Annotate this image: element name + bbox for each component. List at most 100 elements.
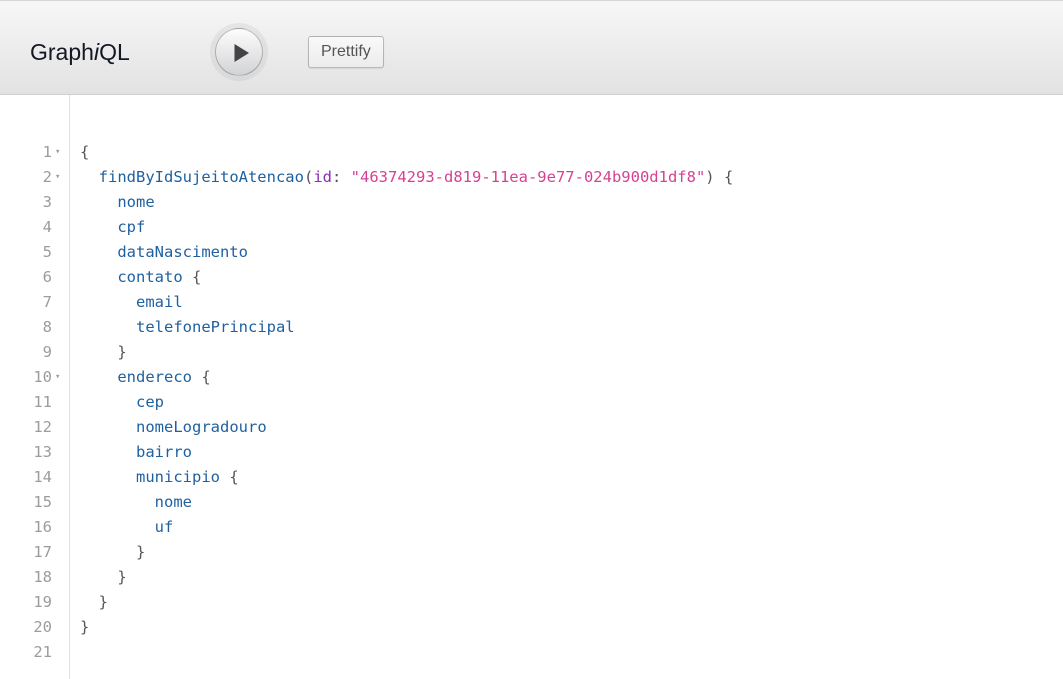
code-line[interactable]: 20} — [0, 615, 1063, 640]
line-number: 14 — [33, 468, 52, 486]
line-number: 5 — [42, 243, 52, 261]
line-number: 3 — [42, 193, 52, 211]
code-text: cep — [80, 390, 164, 415]
code-line[interactable]: 1 ▾ { — [0, 140, 1063, 165]
code-lines: 1 ▾{2 ▾ findByIdSujeitoAtencao(id: "463742… — [0, 140, 1063, 665]
code-line[interactable]: 2 ▾ findByIdSujeitoAtencao(id: "46374293-… — [0, 165, 1063, 190]
code-text: { — [80, 140, 89, 165]
code-line[interactable]: 19 } — [0, 590, 1063, 615]
code-token: cpf — [117, 218, 146, 236]
code-token: bairro — [136, 443, 192, 461]
code-line[interactable]: 8 telefonePrincipal — [0, 315, 1063, 340]
line-number: 1 — [42, 143, 52, 161]
code-line[interactable]: 17 } — [0, 540, 1063, 565]
query-editor[interactable]: 1 ▾{2 ▾ findByIdSujeitoAtencao(id: "463742… — [0, 95, 1063, 679]
code-token: uf — [154, 518, 174, 536]
code-line[interactable]: 21 — [0, 640, 1063, 665]
code-text: telefonePrincipal — [80, 315, 295, 340]
code-line[interactable]: 6 contato { — [0, 265, 1063, 290]
code-text: email — [80, 290, 183, 315]
line-number: 11 — [33, 393, 52, 411]
line-number: 20 — [33, 618, 52, 636]
code-text: } — [80, 340, 127, 365]
fold-arrow-icon[interactable]: ▾ — [55, 140, 60, 165]
code-line[interactable]: 5 dataNascimento — [0, 240, 1063, 265]
play-icon — [234, 44, 249, 62]
line-number: 4 — [42, 218, 52, 236]
line-number: 19 — [33, 593, 52, 611]
code-line[interactable]: 18 } — [0, 565, 1063, 590]
code-token: email — [136, 293, 183, 311]
line-number: 6 — [42, 268, 52, 286]
app-title: GraphiQL — [30, 37, 130, 67]
code-line[interactable]: 16 uf — [0, 515, 1063, 540]
execute-button[interactable] — [215, 28, 263, 76]
line-number: 18 — [33, 568, 52, 586]
code-line[interactable]: 11 cep — [0, 390, 1063, 415]
code-text: bairro — [80, 440, 192, 465]
code-token: telefonePrincipal — [136, 318, 295, 336]
code-token: cep — [136, 393, 164, 411]
line-number: 13 — [33, 443, 52, 461]
code-token: nome — [154, 493, 192, 511]
code-line[interactable]: 4 cpf — [0, 215, 1063, 240]
code-token: } — [98, 593, 109, 611]
code-text: findByIdSujeitoAtencao(id: "46374293-d81… — [80, 165, 734, 190]
prettify-button[interactable]: Prettify — [308, 36, 384, 68]
code-text: contato { — [80, 265, 201, 290]
code-line[interactable]: 12 nomeLogradouro — [0, 415, 1063, 440]
code-token: "46374293-d819-11ea-9e77-024b900d1df8" — [350, 168, 706, 186]
code-token: : — [332, 168, 351, 186]
code-token: nome — [117, 193, 155, 211]
code-text: nomeLogradouro — [80, 415, 267, 440]
line-number: 8 — [42, 318, 52, 336]
title-main: Graph — [30, 39, 94, 65]
code-line[interactable]: 9 } — [0, 340, 1063, 365]
code-token: { — [80, 143, 90, 161]
code-token: } — [80, 618, 90, 636]
code-token: nomeLogradouro — [136, 418, 267, 436]
code-line[interactable]: 15 nome — [0, 490, 1063, 515]
code-token: contato — [117, 268, 183, 286]
line-number: 15 — [33, 493, 52, 511]
code-token: } — [117, 568, 127, 586]
code-token: } — [136, 543, 146, 561]
line-number: 21 — [33, 643, 52, 661]
code-text: } — [80, 590, 108, 615]
code-token: endereco — [117, 368, 192, 386]
code-token: { — [182, 268, 202, 286]
code-token: ( — [303, 168, 314, 186]
code-token: } — [117, 343, 127, 361]
code-line[interactable]: 10 ▾ endereco { — [0, 365, 1063, 390]
code-line[interactable]: 7 email — [0, 290, 1063, 315]
code-text: dataNascimento — [80, 240, 248, 265]
code-line[interactable]: 14 municipio { — [0, 465, 1063, 490]
fold-arrow-icon[interactable]: ▾ — [55, 165, 60, 190]
code-text: nome — [80, 190, 155, 215]
code-text: } — [80, 565, 127, 590]
code-line[interactable]: 13 bairro — [0, 440, 1063, 465]
line-number: 9 — [42, 343, 52, 361]
fold-arrow-icon[interactable]: ▾ — [55, 365, 60, 390]
line-number: 16 — [33, 518, 52, 536]
code-line[interactable]: 3 nome — [0, 190, 1063, 215]
code-text: nome — [80, 490, 192, 515]
code-text: uf — [80, 515, 174, 540]
code-text: municipio { — [80, 465, 239, 490]
code-text: cpf — [80, 215, 145, 240]
title-end: QL — [99, 39, 130, 65]
